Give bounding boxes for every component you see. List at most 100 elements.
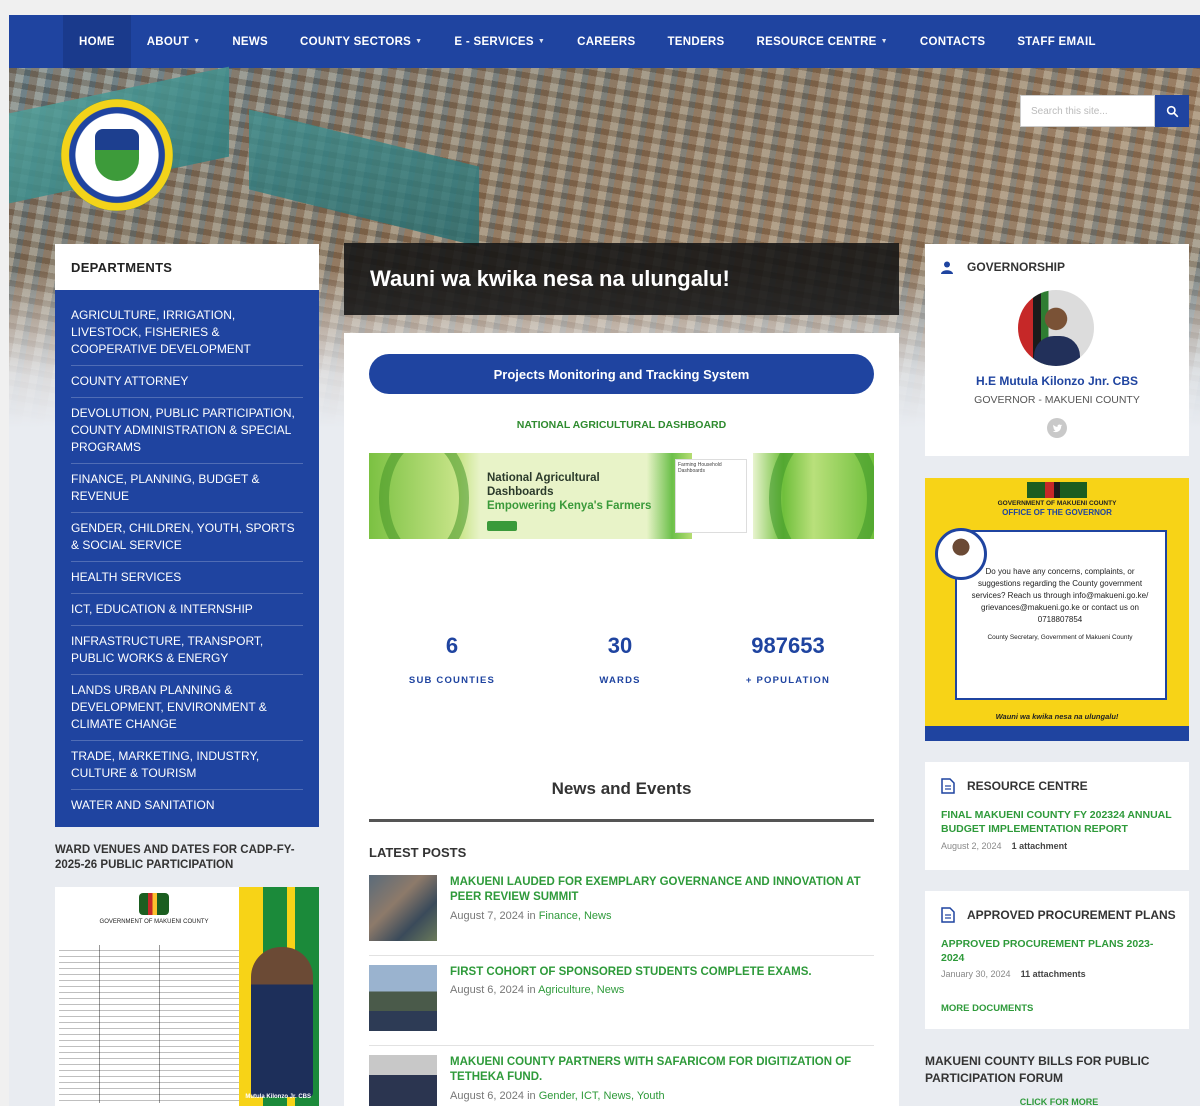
stat-wards: 30 WARDS xyxy=(545,633,695,686)
document-icon xyxy=(941,778,955,794)
chevron-down-icon: ▼ xyxy=(193,38,201,45)
county-emblem-icon xyxy=(95,129,139,181)
nav-label: E - SERVICES xyxy=(454,35,534,48)
doc-date: August 2, 2024 xyxy=(941,841,1002,851)
ward-venues-poster[interactable]: GOVERNMENT OF MAKUENI COUNTY Mutula Kilo… xyxy=(55,887,319,1106)
resource-centre-card: RESOURCE CENTRE FINAL MAKUENI COUNTY FY … xyxy=(925,762,1189,870)
department-link[interactable]: INFRASTRUCTURE, TRANSPORT, PUBLIC WORKS … xyxy=(71,626,303,675)
department-link[interactable]: COUNTY ATTORNEY xyxy=(71,366,303,398)
poster-line2: OFFICE OF THE GOVERNOR xyxy=(1002,508,1112,517)
poster-body-text: Do you have any concerns, complaints, or… xyxy=(971,567,1149,624)
twitter-icon xyxy=(1052,424,1062,432)
nav-resource-centre[interactable]: RESOURCE CENTRE ▼ xyxy=(741,15,904,68)
click-for-more-button[interactable]: CLICK FOR MORE xyxy=(999,1097,1119,1106)
post-item: FIRST COHORT OF SPONSORED STUDENTS COMPL… xyxy=(369,965,874,1035)
post-categories[interactable]: Gender, ICT, News, Youth xyxy=(539,1090,665,1102)
post-categories[interactable]: Finance, News xyxy=(539,910,612,922)
nav-staff-email[interactable]: STAFF EMAIL xyxy=(1001,15,1111,68)
governor-office-poster[interactable]: GOVERNMENT OF MAKUENI COUNTY OFFICE OF T… xyxy=(925,478,1189,741)
nav-news[interactable]: NEWS xyxy=(216,15,284,68)
nad-subtitle: Empowering Kenya's Farmers xyxy=(487,500,652,512)
department-link[interactable]: TRADE, MARKETING, INDUSTRY, CULTURE & TO… xyxy=(71,741,303,790)
venues-table xyxy=(59,945,239,1103)
nav-home[interactable]: HOME xyxy=(63,15,131,68)
procurement-plans-card: APPROVED PROCUREMENT PLANS APPROVED PROC… xyxy=(925,891,1189,1029)
governorship-heading: GOVERNORSHIP xyxy=(941,260,1065,274)
stat-value: 987653 xyxy=(751,633,825,658)
department-link[interactable]: WATER AND SANITATION xyxy=(71,790,303,821)
nad-title-line: National Agricultural xyxy=(487,472,600,484)
poster-footer: Wauni wa kwika nesa na ulungalu! xyxy=(995,712,1119,721)
governor-portrait xyxy=(251,947,313,1097)
stat-sub-counties: 6 SUB COUNTIES xyxy=(377,633,527,686)
department-link[interactable]: DEVOLUTION, PUBLIC PARTICIPATION, COUNTY… xyxy=(71,398,303,464)
post-title-link[interactable]: MAKUENI COUNTY PARTNERS WITH SAFARICOM F… xyxy=(450,1055,875,1085)
procurement-heading: APPROVED PROCUREMENT PLANS xyxy=(941,907,1176,923)
nav-careers[interactable]: CAREERS xyxy=(561,15,651,68)
ward-venues-title[interactable]: WARD VENUES AND DATES FOR CADP-FY-2025-2… xyxy=(55,843,319,873)
nad-screenshot: Farming Household Dashboards xyxy=(675,459,747,533)
nad-banner[interactable]: National Agricultural Dashboards Empower… xyxy=(369,453,874,539)
news-events-heading: News and Events xyxy=(551,779,692,798)
procurement-doc-link[interactable]: APPROVED PROCUREMENT PLANS 2023-2024 xyxy=(941,937,1176,965)
divider xyxy=(369,955,874,956)
twitter-button[interactable] xyxy=(1047,418,1067,438)
post-item: MAKUENI COUNTY PARTNERS WITH SAFARICOM F… xyxy=(369,1055,874,1106)
chevron-down-icon: ▼ xyxy=(537,38,546,45)
post-date: August 6, 2024 xyxy=(450,1090,525,1102)
tagline-banner: Wauni wa kwika nesa na ulungalu! xyxy=(344,243,899,315)
search-input[interactable]: Search this site... xyxy=(1020,95,1155,127)
nad-title-line: Dashboards xyxy=(487,486,554,498)
post-meta: August 7, 2024 in Finance, News xyxy=(450,910,611,922)
projects-tracking-button[interactable]: Projects Monitoring and Tracking System xyxy=(369,354,874,394)
nav-e-services[interactable]: E - SERVICES ▼ xyxy=(438,15,561,68)
department-link[interactable]: LANDS URBAN PLANNING & DEVELOPMENT, ENVI… xyxy=(71,675,303,741)
doc-date: January 30, 2024 xyxy=(941,969,1011,979)
post-thumbnail[interactable] xyxy=(369,965,437,1031)
nav-county-sectors[interactable]: COUNTY SECTORS ▼ xyxy=(284,15,438,68)
chevron-down-icon: ▼ xyxy=(415,38,423,45)
post-thumbnail[interactable] xyxy=(369,875,437,941)
nav-label: ABOUT xyxy=(146,35,190,48)
more-documents-link[interactable]: MORE DOCUMENTS xyxy=(941,1003,1033,1014)
department-link[interactable]: AGRICULTURE, IRRIGATION, LIVESTOCK, FISH… xyxy=(71,300,303,366)
nav-label: COUNTY SECTORS xyxy=(300,35,412,48)
nav-label: CAREERS xyxy=(577,35,636,48)
stat-population: 987653 + POPULATION xyxy=(713,633,863,686)
resource-doc-meta: August 2, 2024 1 attachment xyxy=(941,841,1067,851)
department-link[interactable]: HEALTH SERVICES xyxy=(71,562,303,594)
departments-list: AGRICULTURE, IRRIGATION, LIVESTOCK, FISH… xyxy=(55,290,319,827)
ward-venues-document: GOVERNMENT OF MAKUENI COUNTY xyxy=(59,893,239,1103)
nav-about[interactable]: ABOUT ▼ xyxy=(131,15,217,68)
nav-label: NEWS xyxy=(232,35,269,48)
poster-header: GOVERNMENT OF MAKUENI COUNTY xyxy=(99,919,209,925)
nad-link[interactable]: NATIONAL AGRICULTURAL DASHBOARD xyxy=(344,419,899,431)
post-title-link[interactable]: MAKUENI LAUDED FOR EXEMPLARY GOVERNANCE … xyxy=(450,875,875,905)
stat-label: + POPULATION xyxy=(745,675,831,686)
post-categories[interactable]: Agriculture, News xyxy=(538,984,624,996)
post-in: in xyxy=(527,910,536,922)
resource-doc-link[interactable]: FINAL MAKUENI COUNTY FY 202324 ANNUAL BU… xyxy=(941,808,1176,836)
governor-name[interactable]: H.E Mutula Kilonzo Jnr. CBS xyxy=(925,374,1189,388)
post-title-link[interactable]: FIRST COHORT OF SPONSORED STUDENTS COMPL… xyxy=(450,965,875,980)
county-logo[interactable] xyxy=(61,99,173,211)
search-icon xyxy=(1166,105,1178,117)
resource-centre-heading: RESOURCE CENTRE xyxy=(941,778,1088,794)
heading-text: RESOURCE CENTRE xyxy=(967,779,1088,793)
post-item: MAKUENI LAUDED FOR EXEMPLARY GOVERNANCE … xyxy=(369,875,874,945)
leaf-swirl-decoration xyxy=(769,453,874,539)
chevron-down-icon: ▼ xyxy=(880,38,888,45)
heading-text: APPROVED PROCUREMENT PLANS xyxy=(967,908,1176,922)
governor-suit xyxy=(1034,336,1080,366)
nav-label: HOME xyxy=(79,35,115,48)
nav-tenders[interactable]: TENDERS xyxy=(651,15,740,68)
department-link[interactable]: GENDER, CHILDREN, YOUTH, SPORTS & SOCIAL… xyxy=(71,513,303,562)
heading-text: GOVERNORSHIP xyxy=(967,260,1066,274)
post-thumbnail[interactable] xyxy=(369,1055,437,1106)
nav-contacts[interactable]: CONTACTS xyxy=(904,15,1001,68)
nav-label: STAFF EMAIL xyxy=(1017,35,1096,48)
governor-title: GOVERNOR - MAKUENI COUNTY xyxy=(974,394,1140,406)
search-button[interactable] xyxy=(1155,95,1189,127)
department-link[interactable]: ICT, EDUCATION & INTERNSHIP xyxy=(71,594,303,626)
department-link[interactable]: FINANCE, PLANNING, BUDGET & REVENUE xyxy=(71,464,303,513)
